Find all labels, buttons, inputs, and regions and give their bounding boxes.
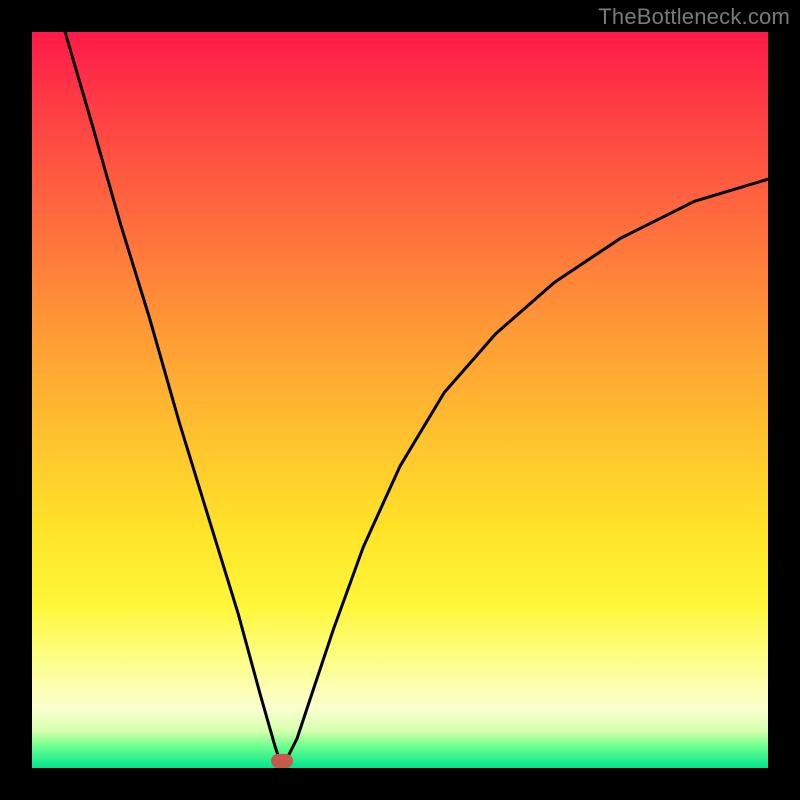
watermark-label: TheBottleneck.com — [598, 4, 790, 30]
optimum-marker — [271, 754, 293, 768]
bottleneck-curve — [32, 32, 768, 768]
chart-frame: TheBottleneck.com — [0, 0, 800, 800]
plot-area — [32, 32, 768, 768]
